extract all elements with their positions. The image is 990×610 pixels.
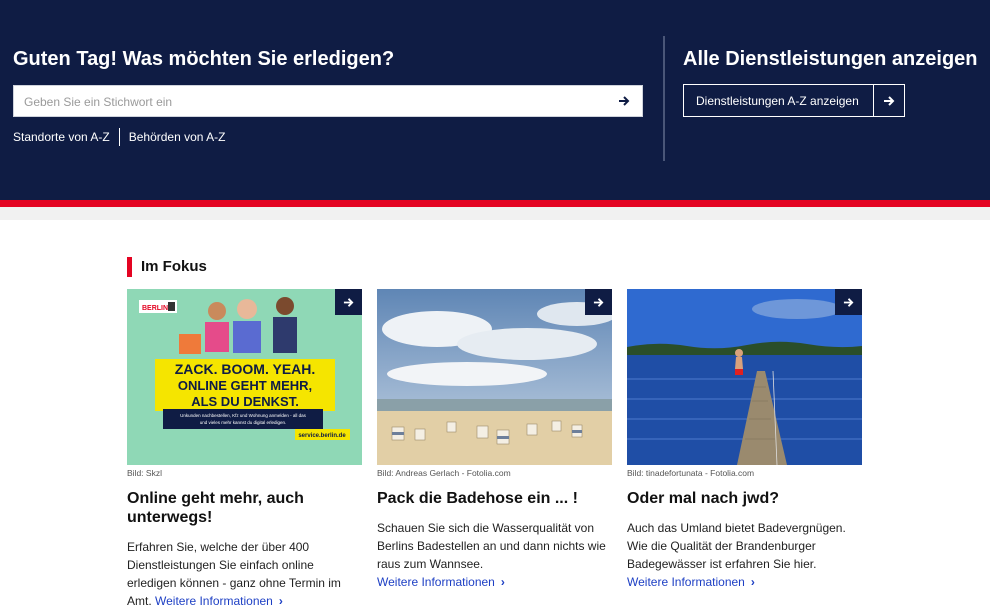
more-info-link[interactable]: Weitere Informationen ›: [627, 575, 755, 589]
card-image[interactable]: [627, 289, 862, 465]
arrow-right-icon: [593, 297, 604, 307]
chevron-right-icon: ›: [750, 575, 755, 589]
image-credit: Bild: tinadefortunata - Fotolia.com: [627, 468, 755, 478]
beach-photo-image: [377, 289, 612, 465]
service-header: Guten Tag! Was möchten Sie erledigen? St…: [0, 0, 990, 200]
greeting-heading: Guten Tag! Was möchten Sie erledigen?: [13, 48, 395, 70]
poster-headline-3: ALS DU DENKST.: [191, 394, 299, 409]
card-description: Auch das Umland bietet Badevergnügen. Wi…: [627, 521, 846, 571]
more-info-label: Weitere Informationen: [155, 594, 273, 608]
poster-small-1: Unkunden nachbestellen, Kfz und Wohnung …: [180, 413, 307, 418]
locations-az-link[interactable]: Standorte von A-Z: [13, 130, 110, 144]
card-open-button[interactable]: [335, 289, 362, 315]
card-title: Pack die Badehose ein ... !: [377, 490, 578, 507]
focus-card-brandenburg: Bild: tinadefortunata - Fotolia.com Oder…: [627, 289, 862, 591]
more-info-label: Weitere Informationen: [627, 575, 745, 589]
poster-logo: BERLIN: [142, 305, 168, 312]
focus-card-online: BERLIN ZACK. BOOM. YEAH. ONLINE GEHT MEH…: [127, 289, 362, 610]
image-credit: Bild: Andreas Gerlach - Fotolia.com: [377, 468, 511, 478]
poster-headline-2: ONLINE GEHT MEHR,: [178, 378, 312, 393]
card-text: Erfahren Sie, welche der über 400 Dienst…: [127, 538, 362, 610]
online-campaign-poster-image: BERLIN ZACK. BOOM. YEAH. ONLINE GEHT MEH…: [127, 289, 362, 465]
card-open-button[interactable]: [585, 289, 612, 315]
arrow-right-icon: [843, 297, 854, 307]
poster-small-2: und vieles mehr kannst du digital erledi…: [200, 420, 287, 425]
red-accent-stripe: [0, 200, 990, 207]
card-image[interactable]: [377, 289, 612, 465]
focus-card-bathing: Bild: Andreas Gerlach - Fotolia.com Pack…: [377, 289, 612, 591]
card-title: Online geht mehr, auch unterwegs!: [127, 490, 304, 526]
card-text: Schauen Sie sich die Wasserqualität von …: [377, 519, 612, 591]
link-separator: [118, 128, 120, 146]
grey-stripe: [0, 207, 990, 220]
search-input[interactable]: [22, 86, 606, 118]
vertical-divider: [663, 36, 665, 161]
image-credit: Bild: Skzl: [127, 468, 162, 478]
all-services-heading: Alle Dienstleistungen anzeigen: [683, 48, 978, 70]
search-submit-button[interactable]: [606, 86, 642, 116]
chevron-right-icon: ›: [278, 594, 283, 608]
focus-section-title: Im Fokus: [127, 257, 207, 277]
poster-url: service.berlin.de: [298, 433, 346, 439]
more-info-label: Weitere Informationen: [377, 575, 495, 589]
card-image[interactable]: BERLIN ZACK. BOOM. YEAH. ONLINE GEHT MEH…: [127, 289, 362, 465]
card-text: Auch das Umland bietet Badevergnügen. Wi…: [627, 519, 862, 591]
arrow-right-icon: [873, 85, 904, 116]
arrow-right-icon: [619, 96, 630, 106]
more-info-link[interactable]: Weitere Informationen ›: [155, 594, 283, 608]
poster-headline-1: ZACK. BOOM. YEAH.: [175, 361, 316, 377]
lake-jetty-photo-image: [627, 289, 862, 465]
quick-links: Standorte von A-Z Behörden von A-Z: [13, 128, 225, 146]
more-info-link[interactable]: Weitere Informationen ›: [377, 575, 505, 589]
chevron-right-icon: ›: [500, 575, 505, 589]
arrow-right-icon: [343, 297, 354, 307]
services-az-button[interactable]: Dienstleistungen A-Z anzeigen: [683, 84, 905, 117]
card-title: Oder mal nach jwd?: [627, 490, 780, 507]
authorities-az-link[interactable]: Behörden von A-Z: [129, 130, 226, 144]
services-az-button-label: Dienstleistungen A-Z anzeigen: [696, 93, 859, 108]
search-box: [13, 85, 643, 118]
card-description: Schauen Sie sich die Wasserqualität von …: [377, 521, 606, 571]
card-open-button[interactable]: [835, 289, 862, 315]
